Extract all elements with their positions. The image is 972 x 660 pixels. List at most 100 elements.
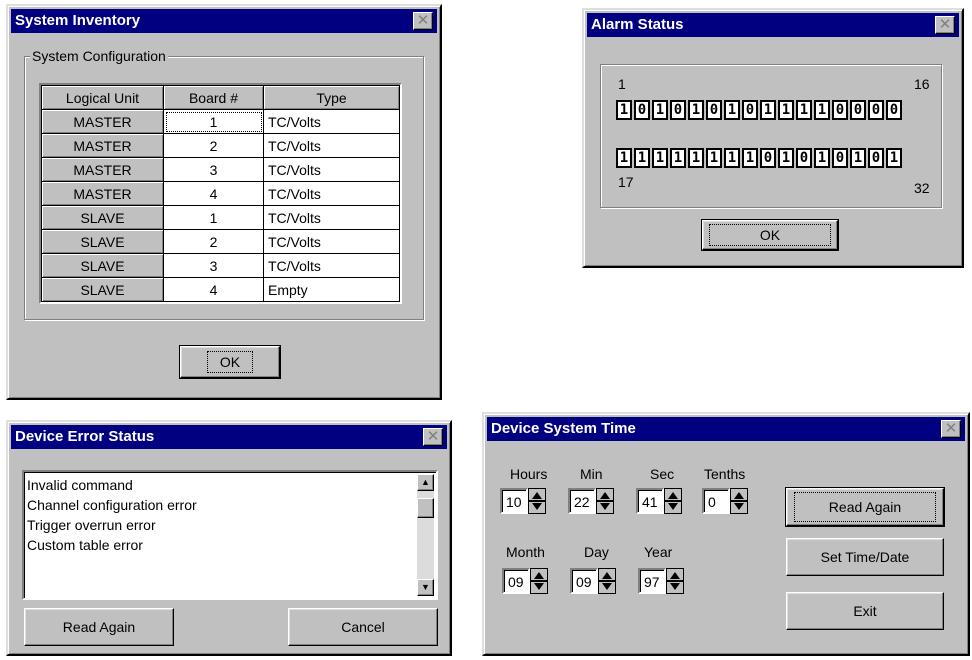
cancel-button[interactable]: Cancel — [288, 608, 438, 646]
tenths-value[interactable]: 0 — [702, 488, 730, 514]
column-header[interactable]: Type — [263, 85, 400, 110]
type-cell[interactable]: TC/Volts — [263, 205, 400, 230]
ok-button[interactable]: OK — [179, 345, 281, 379]
table-row: MASTER 4 TC/Volts — [41, 181, 400, 206]
column-header[interactable]: Board # — [163, 85, 264, 110]
type-cell[interactable]: TC/Volts — [263, 229, 400, 254]
alarm-bit: 0 — [796, 148, 812, 168]
alarm-bit: 0 — [868, 148, 884, 168]
board-number-cell[interactable]: 4 — [163, 181, 264, 206]
window-title: System Inventory — [15, 12, 141, 29]
type-cell[interactable]: TC/Volts — [263, 133, 400, 158]
board-number-cell[interactable]: 1 — [163, 109, 264, 134]
inventory-grid: Logical Unit Board # Type MASTER 1 TC/Vo… — [39, 83, 402, 304]
alarm-bit: 1 — [742, 148, 758, 168]
board-number-cell[interactable]: 2 — [163, 229, 264, 254]
board-number-cell[interactable]: 3 — [163, 253, 264, 278]
window-title: Device Error Status — [15, 428, 155, 445]
column-header[interactable]: Logical Unit — [41, 85, 164, 110]
year-spinner[interactable]: 97 — [638, 568, 684, 594]
day-spinner[interactable]: 09 — [570, 568, 616, 594]
up-down-arrows-icon[interactable] — [530, 568, 548, 594]
scroll-down-icon[interactable]: ▼ — [417, 579, 434, 596]
board-number-cell[interactable]: 1 — [163, 205, 264, 230]
title-bar[interactable]: Device Error Status ✕ — [11, 425, 447, 449]
device-error-status-window: Device Error Status ✕ Invalid command Ch… — [6, 420, 452, 656]
alarm-panel — [600, 64, 942, 208]
min-value[interactable]: 22 — [568, 488, 596, 514]
up-down-arrows-icon[interactable] — [664, 488, 682, 514]
system-inventory-window: System Inventory ✕ System Configuration … — [6, 4, 442, 400]
hours-spinner[interactable]: 10 — [500, 488, 546, 514]
logical-unit-cell[interactable]: MASTER — [41, 133, 164, 158]
min-spinner[interactable]: 22 — [568, 488, 614, 514]
scroll-up-icon[interactable]: ▲ — [417, 474, 434, 491]
month-spinner[interactable]: 09 — [502, 568, 548, 594]
hours-label: Hours — [510, 466, 548, 482]
list-item[interactable]: Channel configuration error — [27, 495, 197, 515]
ok-button-label: OK — [206, 351, 254, 373]
alarm-bit: 0 — [760, 148, 776, 168]
close-icon[interactable]: ✕ — [941, 420, 961, 438]
hours-value[interactable]: 10 — [500, 488, 528, 514]
type-cell[interactable]: TC/Volts — [263, 181, 400, 206]
bit-label-16: 16 — [914, 76, 930, 92]
logical-unit-cell[interactable]: SLAVE — [41, 253, 164, 278]
up-down-arrows-icon[interactable] — [596, 488, 614, 514]
type-cell[interactable]: TC/Volts — [263, 253, 400, 278]
alarm-bit: 1 — [814, 148, 830, 168]
vertical-scrollbar[interactable]: ▲ ▼ — [417, 474, 434, 596]
list-item[interactable]: Custom table error — [27, 535, 197, 555]
exit-button[interactable]: Exit — [786, 592, 944, 630]
ok-button[interactable]: OK — [701, 219, 839, 251]
table-row: SLAVE 4 Empty — [41, 277, 400, 302]
close-icon[interactable]: ✕ — [413, 12, 433, 30]
sec-value[interactable]: 41 — [636, 488, 664, 514]
logical-unit-cell[interactable]: MASTER — [41, 157, 164, 182]
up-down-arrows-icon[interactable] — [666, 568, 684, 594]
tenths-spinner[interactable]: 0 — [702, 488, 748, 514]
scroll-thumb[interactable] — [417, 498, 434, 518]
day-value[interactable]: 09 — [570, 568, 598, 594]
logical-unit-cell[interactable]: SLAVE — [41, 277, 164, 302]
list-item[interactable]: Trigger overrun error — [27, 515, 197, 535]
sec-label: Sec — [650, 466, 675, 482]
set-time-date-button[interactable]: Set Time/Date — [786, 538, 944, 576]
window-title: Device System Time — [491, 420, 636, 437]
alarm-bit: 1 — [778, 100, 794, 120]
close-icon[interactable]: ✕ — [423, 428, 443, 446]
alarm-bit: 1 — [688, 148, 704, 168]
sec-spinner[interactable]: 41 — [636, 488, 682, 514]
list-item[interactable]: Invalid command — [27, 475, 197, 495]
alarm-bit: 0 — [832, 148, 848, 168]
read-again-button[interactable]: Read Again — [24, 608, 174, 646]
up-down-arrows-icon[interactable] — [598, 568, 616, 594]
alarm-bit: 1 — [778, 148, 794, 168]
up-down-arrows-icon[interactable] — [528, 488, 546, 514]
board-number-cell[interactable]: 4 — [163, 277, 264, 302]
table-row: SLAVE 1 TC/Volts — [41, 205, 400, 230]
board-number-cell[interactable]: 3 — [163, 157, 264, 182]
type-cell[interactable]: TC/Volts — [263, 157, 400, 182]
alarm-bit: 1 — [724, 148, 740, 168]
window-title: Alarm Status — [591, 16, 684, 33]
alarm-bit: 1 — [706, 148, 722, 168]
logical-unit-cell[interactable]: MASTER — [41, 181, 164, 206]
board-number-cell[interactable]: 2 — [163, 133, 264, 158]
min-label: Min — [580, 466, 603, 482]
alarm-bit: 0 — [742, 100, 758, 120]
year-value[interactable]: 97 — [638, 568, 666, 594]
close-icon[interactable]: ✕ — [935, 16, 955, 34]
logical-unit-cell[interactable]: SLAVE — [41, 205, 164, 230]
title-bar[interactable]: Device System Time ✕ — [487, 417, 965, 441]
logical-unit-cell[interactable]: SLAVE — [41, 229, 164, 254]
type-cell[interactable]: TC/Volts — [263, 109, 400, 134]
up-down-arrows-icon[interactable] — [730, 488, 748, 514]
read-again-button[interactable]: Read Again — [785, 487, 945, 527]
title-bar[interactable]: System Inventory ✕ — [11, 9, 437, 33]
month-value[interactable]: 09 — [502, 568, 530, 594]
error-listbox[interactable]: Invalid command Channel configuration er… — [22, 470, 438, 600]
logical-unit-cell[interactable]: MASTER — [41, 109, 164, 134]
title-bar[interactable]: Alarm Status ✕ — [587, 13, 959, 37]
type-cell[interactable]: Empty — [263, 277, 400, 302]
